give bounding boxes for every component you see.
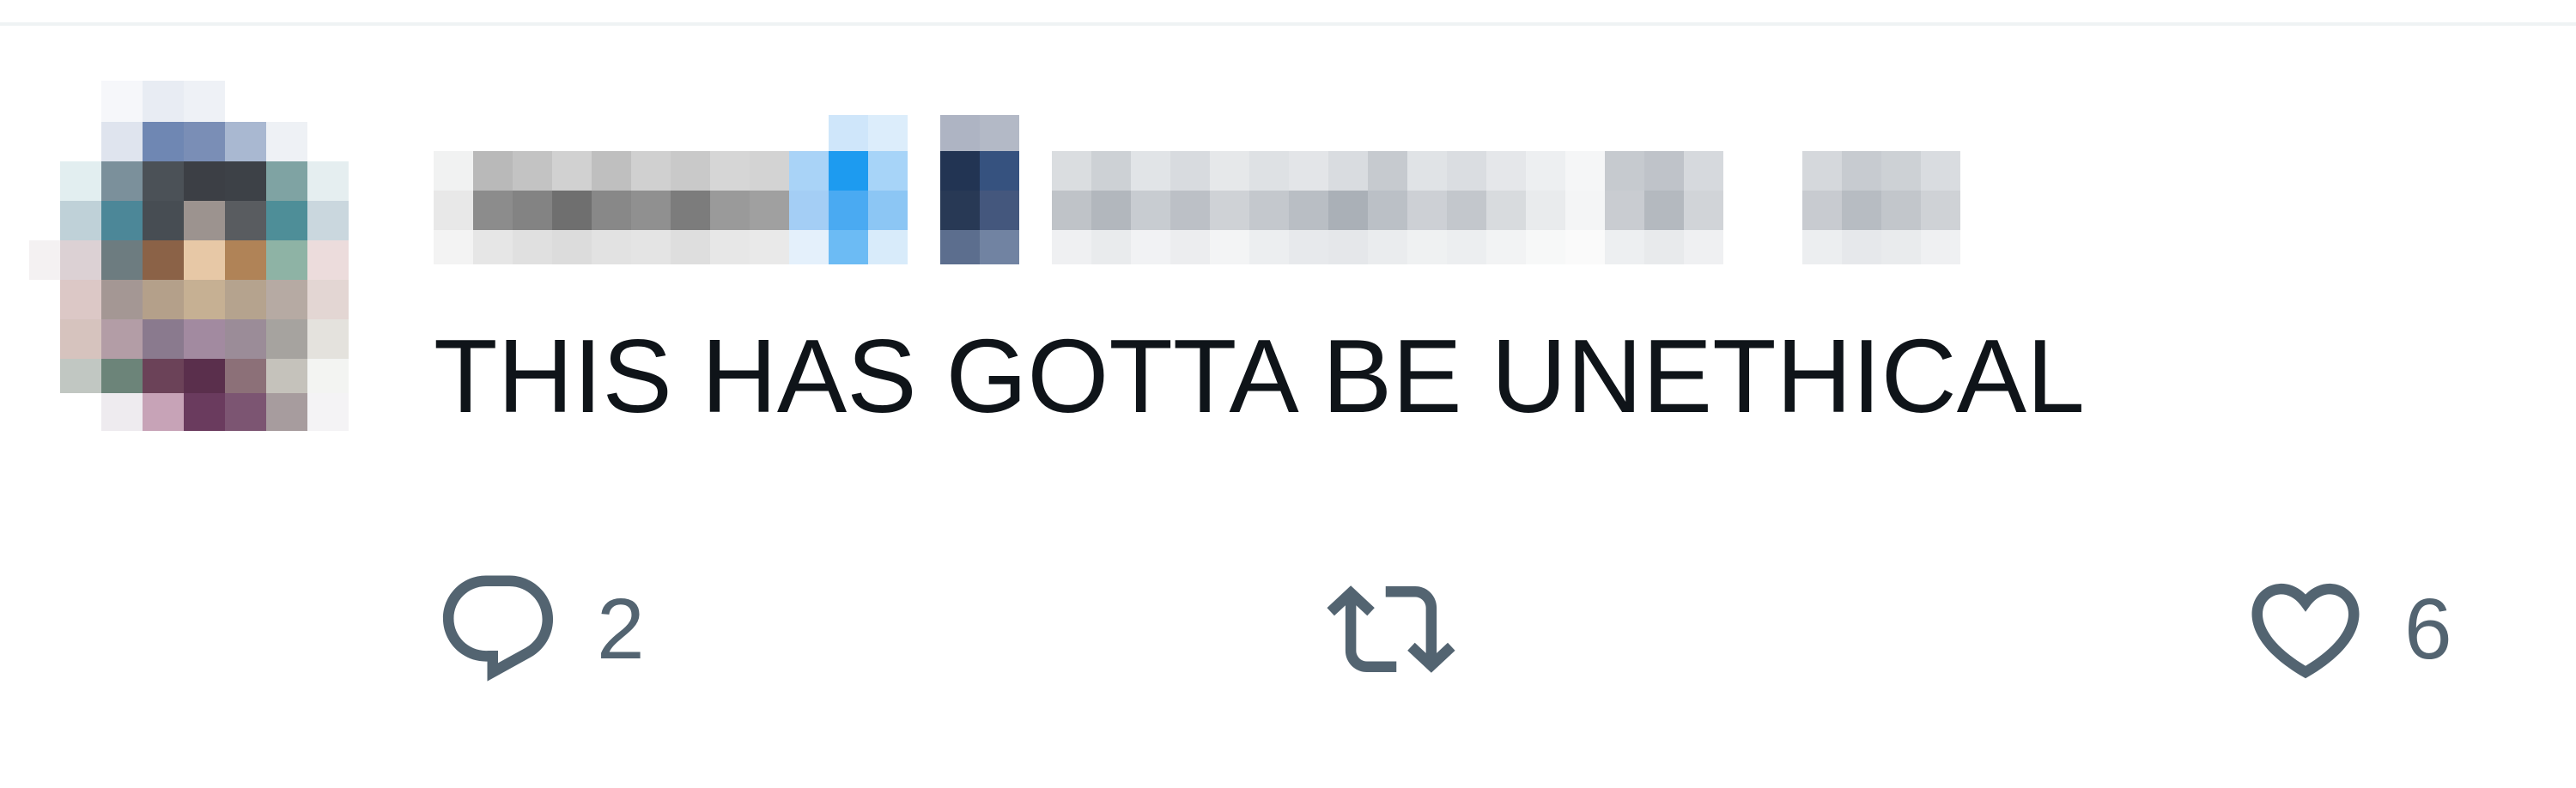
heart-icon (2241, 565, 2370, 694)
retweet-icon (1327, 565, 1455, 694)
retweet-button[interactable] (1327, 565, 1490, 694)
avatar[interactable] (29, 81, 380, 431)
like-button[interactable]: 6 (2241, 565, 2452, 694)
reply-button[interactable]: 2 (434, 565, 645, 694)
verified-badge-icon (789, 115, 908, 264)
pixelated-display-name[interactable] (434, 151, 789, 264)
tweet-text: THIS HAS GOTTA BE UNETHICAL (434, 318, 2085, 434)
like-count: 6 (2404, 581, 2452, 677)
reply-bubble-icon (434, 565, 562, 694)
pixelated-handle[interactable] (1052, 151, 1960, 264)
top-divider (0, 22, 2576, 26)
reply-count: 2 (597, 581, 645, 677)
pixelated-badge (940, 115, 1019, 264)
tweet-header[interactable] (434, 115, 1988, 270)
